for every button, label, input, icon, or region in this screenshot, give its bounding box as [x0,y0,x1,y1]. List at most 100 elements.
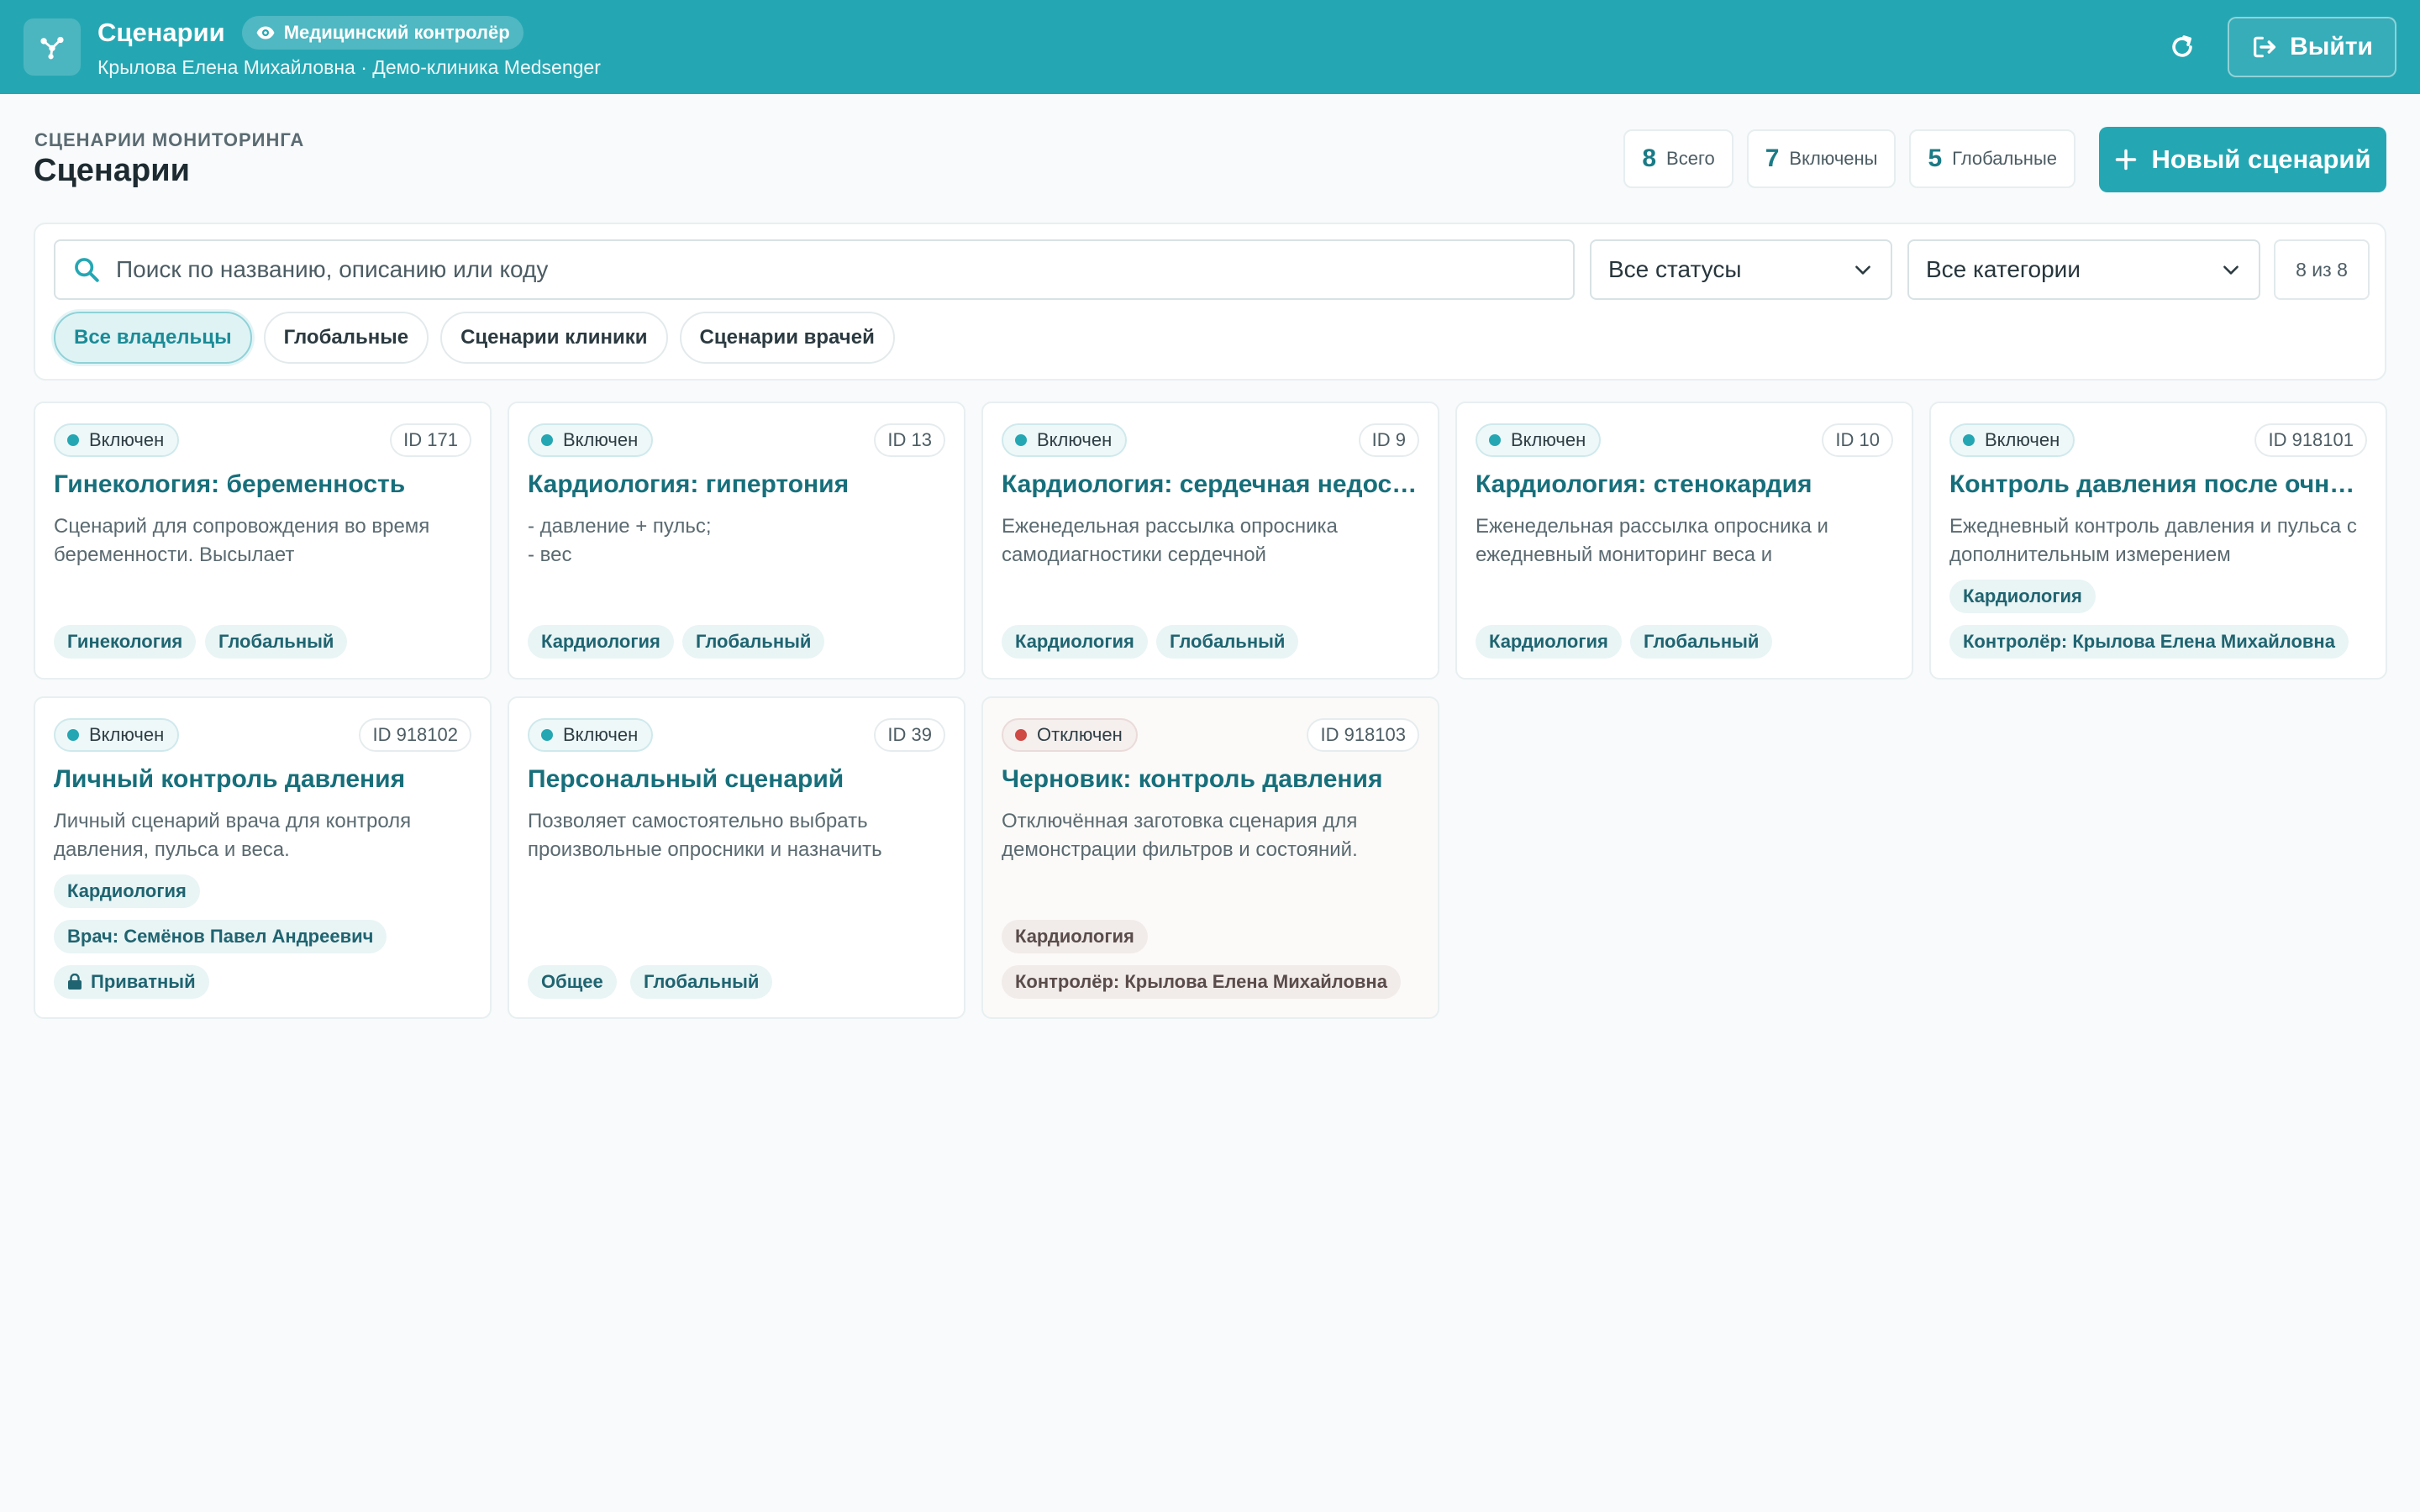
owner-filter-tabs: Все владельцы Глобальные Сценарии клиник… [54,312,895,364]
owner-tag: Глобальный [630,965,773,999]
status-badge: Включен [528,423,654,457]
status-label: Включен [1511,429,1586,450]
refresh-icon [2172,35,2192,57]
category-tag: Гинекология [54,625,197,659]
status-badge: Включен [528,718,654,752]
doctor-tag: Врач: Семёнов Павел Андреевич [54,920,387,953]
results-count: 8 из 8 [2274,239,2370,300]
category-tag: Кардиология [1476,625,1622,659]
scenario-description: Еженедельная рассылка опросника и ежедне… [1476,515,1828,566]
tab-global[interactable]: Глобальные [263,312,429,364]
scenario-card[interactable]: Отключен ID 918103 Черновик: контроль да… [981,696,1439,1019]
scenario-title[interactable]: Гинекология: беременность [54,470,471,499]
category-select-value: Все категории [1926,256,2081,282]
status-label: Включен [1985,429,2060,450]
private-tag-label: Приватный [91,971,196,992]
scenario-title[interactable]: Кардиология: стенокардия [1476,470,1893,499]
scenario-id: ID 39 [874,718,945,752]
role-badge: Медицинский контролёр [241,15,523,50]
status-dot [67,729,79,741]
chevron-down-icon [1855,265,1870,275]
status-badge: Включен [1476,423,1602,457]
status-dot [1015,434,1027,446]
new-scenario-button[interactable]: Новый сценарий [2099,127,2386,192]
plus-icon [2116,149,2137,171]
scenario-id: ID 918103 [1307,718,1419,752]
status-dot [1963,434,1975,446]
scenario-card[interactable]: Включен ID 171 Гинекология: беременность… [34,402,492,680]
eye-icon [256,26,275,39]
scenario-id: ID 171 [390,423,471,457]
app-logo[interactable] [24,18,81,76]
status-dot [541,729,553,741]
page-title: Сценарии [34,153,190,188]
scenario-id: ID 10 [1822,423,1893,457]
scenario-description: Еженедельная рассылка опросника самодиаг… [1002,515,1338,566]
scenario-id: ID 918101 [2254,423,2367,457]
category-tag: Общее [528,965,617,999]
owner-tag: Глобальный [682,625,825,659]
stats-group: 8 Всего 7 Включены 5 Глобальные [1623,129,2075,188]
category-tag: Кардиология [1949,580,2096,613]
new-scenario-label: Новый сценарий [2151,144,2371,174]
role-badge-label: Медицинский контролёр [283,21,510,43]
flow-nodes-icon [40,36,64,60]
refresh-button[interactable] [2162,27,2202,67]
scenario-card[interactable]: Включен ID 918102 Личный контроль давлен… [34,696,492,1019]
scenario-description: - давление + пульс; - вес [528,515,712,566]
lock-icon [68,974,82,990]
filter-panel: Все статусы Все категории 8 из 8 Все вла… [34,223,2386,381]
stat-total-label: Всего [1666,148,1715,169]
tab-clinic-scenarios[interactable]: Сценарии клиники [440,312,668,364]
status-label: Включен [89,429,165,450]
search-box[interactable] [54,239,1575,300]
scenario-card[interactable]: Включен ID 10 Кардиология: стенокардия Е… [1455,402,1913,680]
category-select[interactable]: Все категории [1907,239,2260,300]
stat-global: 5 Глобальные [1909,129,2075,188]
scenario-title[interactable]: Кардиология: гипертония [528,470,945,499]
scenario-description: Личный сценарий врача для контроля давле… [54,810,412,861]
scenario-card[interactable]: Включен ID 13 Кардиология: гипертония - … [508,402,965,680]
top-bar: Сценарии Медицинский контролёр Крылова Е… [0,0,2420,94]
scenario-title[interactable]: Кардиология: сердечная недостаточность [1002,470,1419,499]
category-tag: Кардиология [1002,920,1148,953]
chevron-down-icon [2223,265,2238,275]
status-dot [1015,729,1027,741]
scenario-card[interactable]: Включен ID 918101 Контроль давления посл… [1929,402,2387,680]
app-title: Сценарии [97,17,225,47]
owner-tag: Глобальный [205,625,348,659]
owner-tag: Глобальный [1156,625,1299,659]
status-label: Отключен [1037,724,1123,745]
logout-button[interactable]: Выйти [2228,17,2396,77]
tab-doctor-scenarios[interactable]: Сценарии врачей [679,312,895,364]
scenario-description: Ежедневный контроль давления и пульса с … [1949,515,2357,566]
category-tag: Кардиология [1002,625,1148,659]
search-icon [75,258,99,282]
stat-enabled-label: Включены [1789,148,1878,169]
scenario-id: ID 13 [874,423,945,457]
scenario-card[interactable]: Включен ID 9 Кардиология: сердечная недо… [981,402,1439,680]
stat-total-value: 8 [1642,144,1657,172]
scenario-description: Сценарий для сопровождения во время бере… [54,515,430,566]
stat-global-value: 5 [1928,144,1943,172]
status-select-value: Все статусы [1608,256,1742,282]
stat-enabled: 7 Включены [1746,129,1897,188]
tab-all-owners[interactable]: Все владельцы [54,312,252,364]
status-dot [67,434,79,446]
search-input[interactable] [116,256,1556,283]
private-tag: Приватный [54,965,209,999]
scenario-title[interactable]: Личный контроль давления [54,765,471,794]
category-tag: Кардиология [528,625,674,659]
scenario-card[interactable]: Включен ID 39 Персональный сценарий Позв… [508,696,965,1019]
scenario-title[interactable]: Персональный сценарий [528,765,945,794]
status-select[interactable]: Все статусы [1590,239,1892,300]
scenario-title[interactable]: Черновик: контроль давления [1002,765,1419,794]
status-badge: Включен [54,718,180,752]
status-label: Включен [1037,429,1113,450]
status-dot [541,434,553,446]
scenario-title[interactable]: Контроль давления после очного приёма [1949,470,2367,499]
owner-tag: Глобальный [1630,625,1773,659]
stat-enabled-value: 7 [1765,144,1780,172]
scenario-id: ID 918102 [359,718,471,752]
status-badge: Включен [1002,423,1128,457]
